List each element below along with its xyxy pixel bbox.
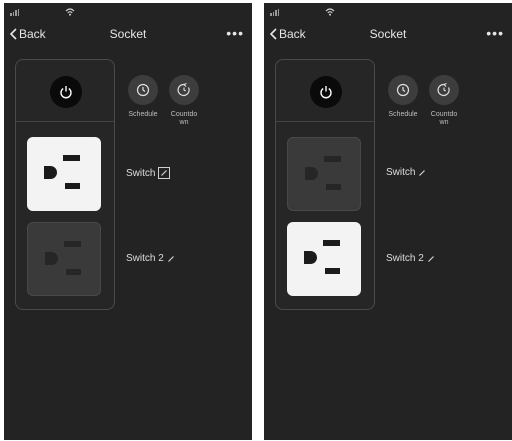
power-icon <box>60 86 72 99</box>
switch-2-label: Switch 2 <box>386 253 424 264</box>
switch-2-label: Switch 2 <box>126 253 164 264</box>
clock-icon <box>136 83 150 97</box>
outlet-slot <box>325 268 340 274</box>
app-screen-right: Back Socket ••• Schedule Countdo wn Swit… <box>264 3 512 440</box>
pencil-icon[interactable] <box>158 167 171 179</box>
more-menu-button[interactable]: ••• <box>486 25 504 41</box>
outlet-slot <box>324 156 341 162</box>
page-title: Socket <box>369 27 407 41</box>
signal-icon <box>270 8 279 16</box>
app-screen-left: Back Socket ••• Schedule Countdo wn Swit… <box>4 3 252 440</box>
wifi-icon <box>325 8 335 16</box>
outlet-switch-2[interactable] <box>27 222 101 296</box>
outlet-ground <box>44 166 57 179</box>
page-title: Socket <box>109 27 147 41</box>
wifi-icon <box>65 8 75 16</box>
outlet-slot <box>65 183 80 189</box>
switch-1-name[interactable]: Switch <box>386 167 426 178</box>
switch-2-name[interactable]: Switch 2 <box>386 253 435 264</box>
power-button[interactable] <box>50 76 82 108</box>
outlet-slot <box>323 240 340 246</box>
outlet-ground <box>305 167 318 180</box>
socket-panel <box>15 59 115 310</box>
divider <box>16 121 114 122</box>
outlet-switch-1[interactable] <box>27 137 101 211</box>
power-icon <box>320 86 332 99</box>
nav-bar: Back Socket ••• <box>4 23 252 47</box>
outlet-switch-2[interactable] <box>287 222 361 296</box>
pencil-icon[interactable] <box>427 255 435 263</box>
schedule-button[interactable] <box>388 75 418 105</box>
divider <box>276 121 374 122</box>
pencil-icon[interactable] <box>418 169 426 177</box>
countdown-button[interactable] <box>169 75 199 105</box>
status-bar <box>10 7 75 17</box>
schedule-button[interactable] <box>128 75 158 105</box>
outlet-ground <box>304 251 317 264</box>
countdown-label: Countdo wn <box>430 111 458 126</box>
nav-bar: Back Socket ••• <box>264 23 512 47</box>
schedule-label: Schedule <box>388 111 418 118</box>
switch-1-label: Switch <box>386 167 416 178</box>
outlet-switch-1[interactable] <box>287 137 361 211</box>
countdown-icon <box>177 83 190 97</box>
countdown-icon <box>437 83 450 97</box>
outlet-slot <box>63 155 80 161</box>
schedule-label: Schedule <box>128 111 158 118</box>
outlet-slot <box>326 184 341 190</box>
switch-1-label: Switch <box>126 167 156 179</box>
outlet-slot <box>66 269 81 275</box>
status-bar <box>270 7 335 17</box>
power-button[interactable] <box>310 76 342 108</box>
pencil-icon[interactable] <box>167 255 175 263</box>
switch-1-name[interactable]: Switch <box>126 167 171 179</box>
socket-panel <box>275 59 375 310</box>
countdown-button[interactable] <box>429 75 459 105</box>
more-menu-button[interactable]: ••• <box>226 25 244 41</box>
switch-2-name[interactable]: Switch 2 <box>126 253 175 264</box>
countdown-label: Countdo wn <box>170 111 198 126</box>
clock-icon <box>396 83 410 97</box>
outlet-ground <box>45 252 58 265</box>
outlet-slot <box>64 241 81 247</box>
signal-icon <box>10 8 19 16</box>
